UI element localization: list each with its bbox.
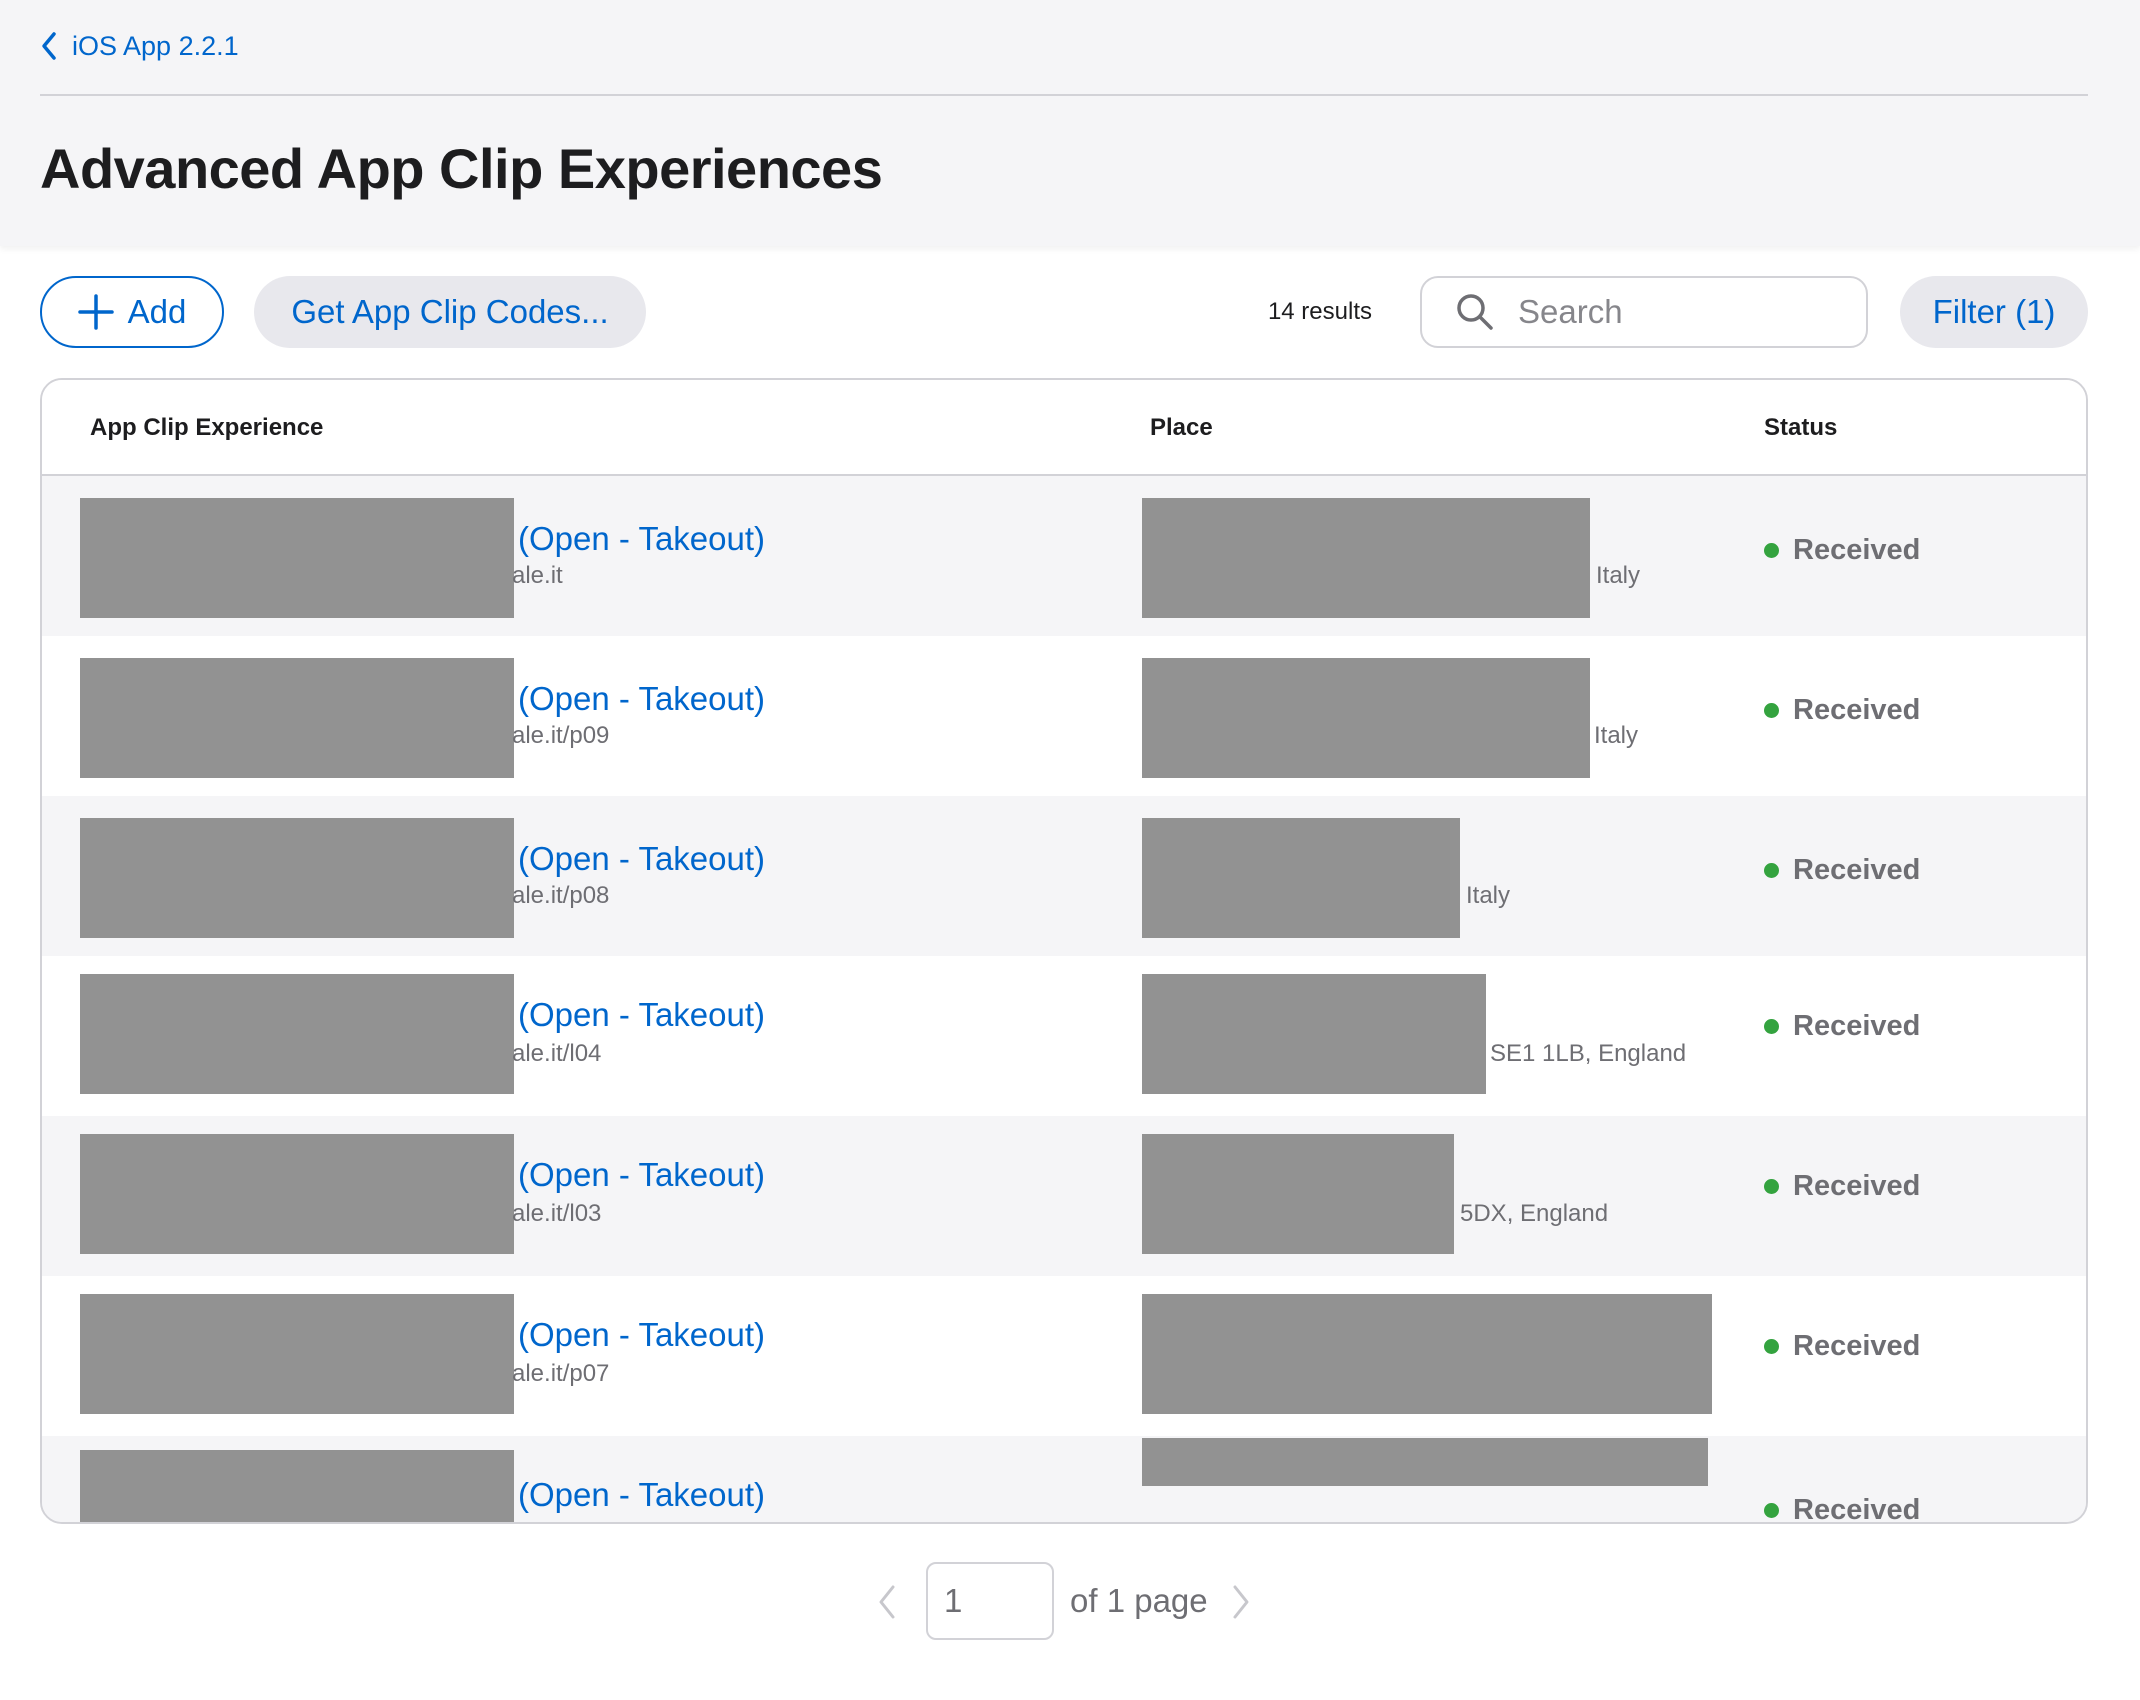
status-label: Received (1793, 1170, 1921, 1202)
redacted-name-block (80, 818, 514, 938)
redacted-place-block (1142, 1134, 1454, 1254)
back-link-label: iOS App 2.2.1 (72, 30, 239, 61)
status-badge: Received (1764, 1170, 1920, 1203)
column-header-place[interactable]: Place (1150, 380, 1213, 476)
back-link[interactable]: iOS App 2.2.1 (40, 26, 239, 66)
experience-name[interactable]: (Open - Takeout) (518, 996, 765, 1034)
experience-name[interactable]: (Open - Takeout) (518, 520, 765, 558)
plus-icon (77, 294, 114, 330)
add-button[interactable]: Add (40, 276, 224, 348)
chevron-right-icon (1233, 1585, 1249, 1619)
redacted-name-block (80, 498, 514, 618)
previous-page-button[interactable] (872, 1582, 902, 1622)
redacted-place-block (1142, 974, 1486, 1094)
table-row[interactable]: (Open - Takeout) ale.it Italy Received (42, 476, 2086, 636)
status-badge: Received (1764, 534, 1920, 567)
page-number-input[interactable] (926, 1562, 1054, 1640)
redacted-name-block (80, 1134, 514, 1254)
column-header-experience[interactable]: App Clip Experience (90, 380, 323, 476)
status-badge: Received (1764, 854, 1920, 887)
status-badge: Received (1764, 1330, 1920, 1363)
status-badge: Received (1764, 694, 1920, 727)
table-header: App Clip Experience Place Status (42, 380, 2086, 476)
experience-url: ale.it/p08 (512, 882, 610, 909)
table-row[interactable]: (Open - Takeout) Received (42, 1436, 2086, 1524)
redacted-name-block (80, 658, 514, 778)
place-text: Italy (1466, 882, 1511, 909)
table-row[interactable]: (Open - Takeout) ale.it/p07 Received (42, 1276, 2086, 1436)
status-dot-icon (1764, 1503, 1779, 1518)
page-title: Advanced App Clip Experiences (40, 137, 883, 200)
chevron-left-icon (879, 1585, 895, 1619)
status-dot-icon (1764, 543, 1779, 558)
table-row[interactable]: (Open - Takeout) ale.it/l04 SE1 1LB, Eng… (42, 956, 2086, 1116)
redacted-place-block (1142, 1438, 1708, 1486)
experience-url: ale.it/p09 (512, 722, 610, 749)
search-box[interactable] (1420, 276, 1868, 348)
place-text: 5DX, England (1460, 1200, 1609, 1227)
experiences-table: App Clip Experience Place Status (Open -… (40, 378, 2088, 1524)
redacted-place-block (1142, 498, 1590, 618)
table-row[interactable]: (Open - Takeout) ale.it/l03 5DX, England… (42, 1116, 2086, 1276)
header-divider (40, 94, 2088, 96)
redacted-place-block (1142, 818, 1460, 938)
pagination: of 1 page (0, 1562, 2140, 1640)
experience-url: ale.it/l03 (512, 1200, 602, 1227)
page-header: iOS App 2.2.1 Advanced App Clip Experien… (0, 0, 2140, 246)
toolbar: Add Get App Clip Codes... 14 results Fil… (0, 276, 2140, 348)
status-label: Received (1793, 694, 1921, 726)
experience-name[interactable]: (Open - Takeout) (518, 680, 765, 718)
redacted-place-block (1142, 658, 1590, 778)
status-dot-icon (1764, 1339, 1779, 1354)
column-header-status[interactable]: Status (1764, 380, 1837, 476)
magnifying-glass-icon (1457, 294, 1493, 330)
status-dot-icon (1764, 703, 1779, 718)
status-label: Received (1793, 854, 1921, 886)
experience-name[interactable]: (Open - Takeout) (518, 840, 765, 878)
chevron-left-icon (42, 32, 56, 60)
experience-name[interactable]: (Open - Takeout) (518, 1476, 765, 1514)
redacted-name-block (80, 974, 514, 1094)
next-page-button[interactable] (1226, 1582, 1256, 1622)
status-dot-icon (1764, 1179, 1779, 1194)
status-badge: Received (1764, 1010, 1920, 1043)
results-count: 14 results (1267, 298, 1372, 325)
status-label: Received (1793, 1330, 1921, 1362)
redacted-name-block (80, 1450, 514, 1522)
place-text: Italy (1594, 722, 1639, 749)
place-text: Italy (1596, 562, 1641, 589)
redacted-name-block (80, 1294, 514, 1414)
filter-button[interactable]: Filter (1) (1900, 276, 2088, 348)
table-row[interactable]: (Open - Takeout) ale.it/p09 Italy Receiv… (42, 636, 2086, 796)
table-row[interactable]: (Open - Takeout) ale.it/p08 Italy Receiv… (42, 796, 2086, 956)
experience-name[interactable]: (Open - Takeout) (518, 1316, 765, 1354)
experience-name[interactable]: (Open - Takeout) (518, 1156, 765, 1194)
status-label: Received (1793, 1010, 1921, 1042)
status-dot-icon (1764, 863, 1779, 878)
page-count-label: of 1 page (1070, 1582, 1208, 1619)
status-label: Received (1793, 1494, 1921, 1524)
experience-url: ale.it (512, 562, 563, 589)
get-app-clip-codes-button[interactable]: Get App Clip Codes... (254, 276, 646, 348)
search-input[interactable] (1518, 293, 1818, 331)
status-dot-icon (1764, 1019, 1779, 1034)
experience-url: ale.it/p07 (512, 1360, 610, 1387)
redacted-place-block (1142, 1294, 1712, 1414)
add-button-label: Add (127, 293, 187, 330)
place-text: SE1 1LB, England (1490, 1040, 1687, 1067)
status-label: Received (1793, 534, 1921, 566)
status-badge: Received (1764, 1494, 1921, 1524)
experience-url: ale.it/l04 (512, 1040, 602, 1067)
